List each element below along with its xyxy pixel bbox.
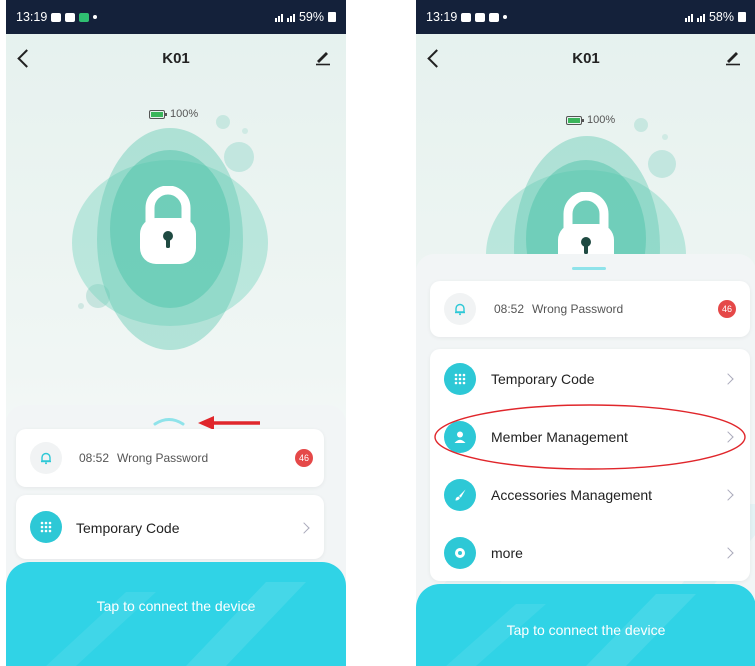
nav-bar: K01 <box>6 40 346 76</box>
alert-message: 08:52 Wrong Password <box>494 302 623 316</box>
connect-button[interactable]: Tap to connect the device <box>6 598 346 614</box>
menu-card: Temporary Code <box>16 495 324 559</box>
background-pattern <box>46 582 306 666</box>
right-phone-screen: 13:19 58% K01 100% 08:52 Wrong Password … <box>416 0 755 666</box>
page-title: K01 <box>572 50 600 67</box>
lock-battery-indicator: 100% <box>149 108 198 120</box>
decorative-bubble <box>216 115 230 129</box>
menu-item-temporary-code[interactable]: Temporary Code <box>76 520 180 536</box>
menu-item-accessories-management[interactable]: Accessories Management <box>491 487 652 503</box>
decorative-bubble <box>78 303 84 309</box>
keypad-icon <box>444 363 476 395</box>
notification-icon <box>51 12 62 22</box>
notification-icon <box>79 12 90 22</box>
battery-icon <box>149 109 167 119</box>
pencil-icon[interactable] <box>724 48 742 66</box>
signal-icon <box>684 12 693 22</box>
alert-message: 08:52 Wrong Password <box>79 451 208 465</box>
chevron-right-icon <box>722 547 734 559</box>
decorative-bubble <box>224 142 254 172</box>
notification-icon <box>65 12 76 22</box>
lock-battery-percent: 100% <box>170 108 199 120</box>
lock-battery-indicator: 100% <box>566 114 615 126</box>
alert-time: 08:52 <box>79 451 110 465</box>
chevron-right-icon <box>722 373 734 385</box>
menu-item-more[interactable]: more <box>491 545 523 561</box>
decorative-bubble <box>662 134 668 140</box>
gear-icon <box>444 537 476 569</box>
status-time: 13:19 <box>426 10 458 24</box>
menu-item-temporary-code[interactable]: Temporary Code <box>491 371 595 387</box>
chevron-up-icon[interactable] <box>152 413 186 427</box>
notification-icon <box>475 12 486 22</box>
lock-battery-percent: 100% <box>587 114 616 126</box>
more-notifications-icon <box>503 15 508 19</box>
decorative-bubble <box>242 128 248 134</box>
chevron-right-icon <box>298 522 310 534</box>
bell-icon <box>444 293 476 325</box>
status-bar: 13:19 59% <box>6 0 346 34</box>
more-notifications-icon <box>93 15 98 19</box>
connect-panel[interactable]: Tap to connect the device <box>416 584 755 666</box>
battery-icon <box>738 12 746 22</box>
notification-icon <box>489 12 500 22</box>
status-battery: 59% <box>298 10 324 24</box>
battery-icon <box>566 115 584 125</box>
pencil-icon[interactable] <box>314 48 332 66</box>
alert-card[interactable]: 08:52 Wrong Password 46 <box>430 281 750 337</box>
keypad-icon <box>30 511 62 543</box>
alert-count-badge: 46 <box>718 300 736 318</box>
page-title: K01 <box>162 50 190 67</box>
decorative-bubble <box>648 150 676 178</box>
signal-icon <box>274 12 283 22</box>
notification-icon <box>461 12 472 22</box>
connect-button[interactable]: Tap to connect the device <box>416 622 755 638</box>
alert-count-badge: 46 <box>295 449 313 467</box>
left-phone-screen: 13:19 59% K01 100% 08:52 Wrong Password … <box>6 0 346 666</box>
status-time: 13:19 <box>16 10 48 24</box>
nav-bar: K01 <box>416 40 755 76</box>
battery-icon <box>328 12 336 22</box>
decorative-bubble <box>634 118 648 132</box>
signal-icon <box>286 12 295 22</box>
alert-time: 08:52 <box>494 302 525 316</box>
alert-card[interactable]: 08:52 Wrong Password 46 <box>16 429 324 487</box>
sheet-handle[interactable] <box>572 267 606 270</box>
connect-panel[interactable]: Tap to connect the device <box>6 562 346 666</box>
bell-icon <box>30 442 62 474</box>
signal-icon <box>696 12 705 22</box>
status-bar: 13:19 58% <box>416 0 755 34</box>
brush-icon <box>444 479 476 511</box>
alert-text: Wrong Password <box>532 302 624 316</box>
chevron-right-icon <box>722 489 734 501</box>
status-battery: 58% <box>708 10 734 24</box>
padlock-icon <box>140 186 196 264</box>
alert-text: Wrong Password <box>117 451 209 465</box>
red-ellipse-annotation <box>434 404 746 470</box>
